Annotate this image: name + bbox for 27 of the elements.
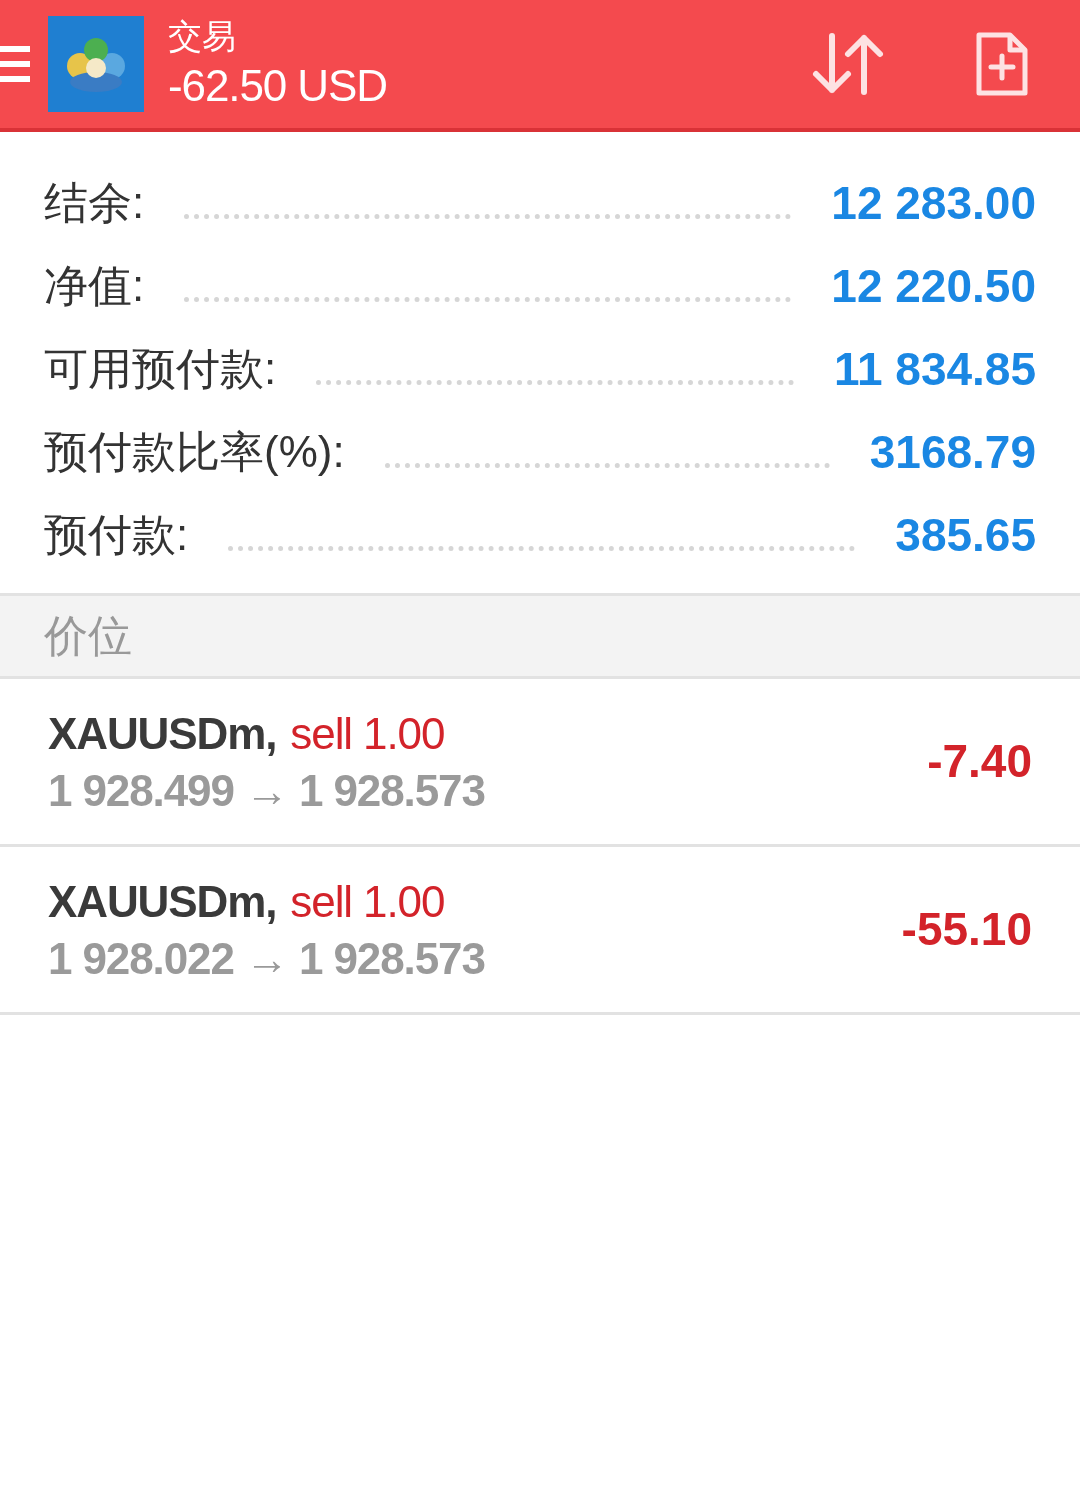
position-order: sell 1.00 bbox=[290, 875, 445, 928]
position-symbol: XAUUSDm, bbox=[48, 875, 277, 928]
summary-value: 12 220.50 bbox=[831, 259, 1036, 314]
position-row[interactable]: XAUUSDm, sell 1.00 1 928.499 → 1 928.573 -7.40 bbox=[0, 679, 1080, 847]
screen-title: 交易 bbox=[168, 16, 237, 57]
summary-label: 结余: bbox=[44, 177, 145, 229]
new-document-icon[interactable] bbox=[974, 30, 1030, 98]
summary-value: 3168.79 bbox=[869, 425, 1036, 480]
app-logo-icon bbox=[48, 16, 144, 112]
position-order: sell 1.00 bbox=[290, 707, 445, 760]
total-profit: -62.50 USD bbox=[168, 60, 388, 112]
summary-value: 12 283.00 bbox=[831, 176, 1036, 231]
position-prices: 1 928.022 → 1 928.573 bbox=[48, 932, 486, 985]
summary-value: 11 834.85 bbox=[833, 342, 1036, 397]
sort-icon[interactable] bbox=[810, 32, 886, 96]
position-symbol: XAUUSDm, bbox=[48, 707, 277, 760]
summary-label: 预付款比率(%): bbox=[44, 426, 345, 478]
summary-label: 预付款: bbox=[44, 509, 189, 561]
position-profit: -7.40 bbox=[927, 734, 1032, 789]
section-title: 价位 bbox=[44, 610, 132, 662]
summary-label: 净值: bbox=[44, 260, 145, 312]
position-profit: -55.10 bbox=[901, 902, 1032, 957]
position-prices: 1 928.499 → 1 928.573 bbox=[48, 764, 486, 817]
summary-value: 385.65 bbox=[895, 508, 1036, 563]
position-row[interactable]: XAUUSDm, sell 1.00 1 928.022 → 1 928.573 -55.10 bbox=[0, 847, 1080, 1015]
summary-label: 可用预付款: bbox=[44, 343, 277, 395]
menu-icon[interactable] bbox=[0, 44, 30, 84]
